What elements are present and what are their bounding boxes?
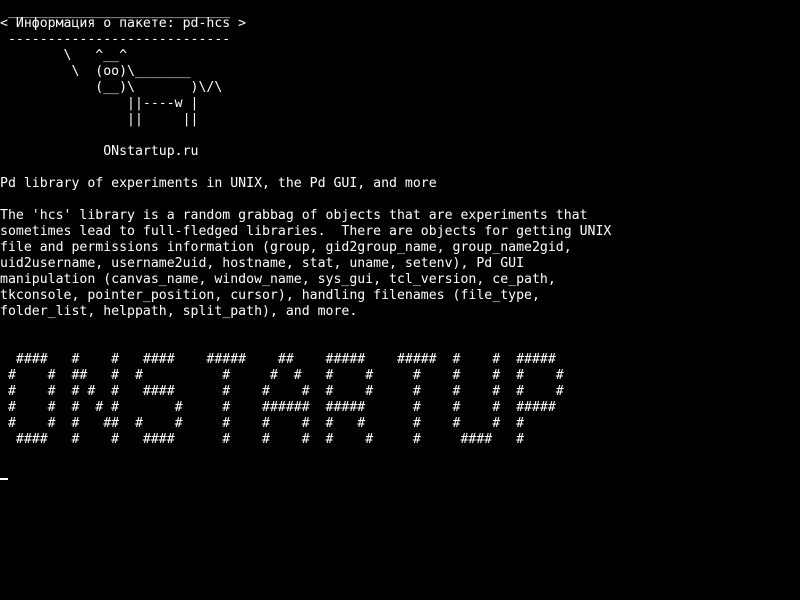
package-summary: Pd library of experiments in UNIX, the P…	[0, 176, 437, 191]
ascii-cow-line: ||----w |	[0, 96, 199, 111]
ascii-banner-line: # # # ## # # # # # # # # # # #	[0, 416, 525, 431]
speech-bubble-bottom: ----------------------------	[0, 32, 231, 47]
terminal-screen[interactable]: ____________________________ < Информаци…	[0, 0, 800, 600]
package-description-line: folder_list, helppath, split_path), and …	[0, 304, 358, 319]
ascii-banner-line: # # # # # # # ###### ##### # # # #####	[0, 400, 556, 415]
package-description-line: uid2username, username2uid, hostname, st…	[0, 256, 525, 271]
text-cursor	[0, 478, 8, 480]
speech-bubble-text: < Информация о пакете: pd-hcs >	[0, 16, 247, 31]
package-description-line: tkconsole, pointer_position, cursor), ha…	[0, 288, 540, 303]
ascii-cow-line: \ (oo)\_______	[0, 64, 191, 79]
site-name: ONstartup.ru	[0, 144, 199, 159]
ascii-banner-line: #### # # #### ##### ## ##### ##### # # #…	[0, 352, 556, 367]
ascii-cow-line: (__)\ )\/\	[0, 80, 223, 95]
ascii-banner-line: #### # # #### # # # # # # #### #	[0, 432, 525, 447]
package-description-line: The 'hcs' library is a random grabbag of…	[0, 208, 588, 223]
package-description-line: sometimes lead to full-fledged libraries…	[0, 224, 612, 239]
ascii-banner-line: # # ## # # # # # # # # # # # #	[0, 368, 564, 383]
package-description-line: file and permissions information (group,…	[0, 240, 572, 255]
ascii-cow-line: \ ^__^	[0, 48, 128, 63]
ascii-cow-line: || ||	[0, 112, 199, 127]
ascii-banner-line: # # # # # #### # # # # # # # # # #	[0, 384, 564, 399]
package-description-line: manipulation (canvas_name, window_name, …	[0, 272, 556, 287]
